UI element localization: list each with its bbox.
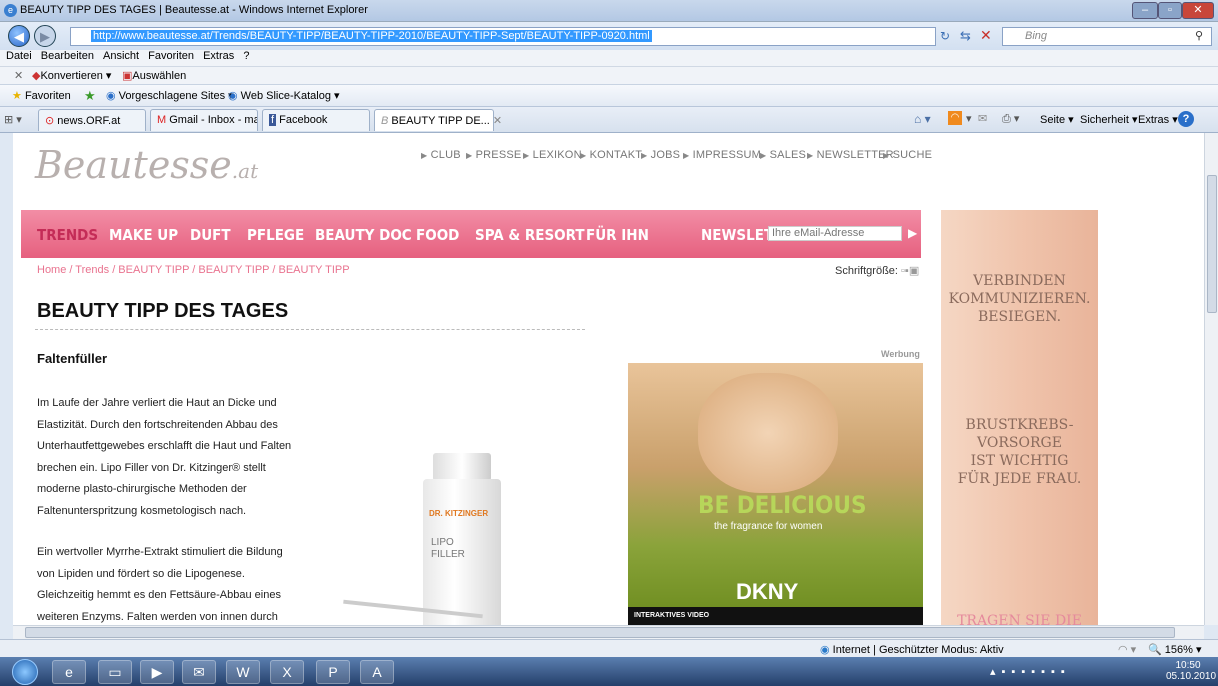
newsletter-email-input[interactable]: Ihre eMail-Adresse bbox=[768, 226, 902, 241]
convert-toolbar: ✕ ◆Konvertieren ▾ ▣Auswählen bbox=[0, 67, 1218, 85]
explorer-taskbar-icon[interactable]: ▭ bbox=[98, 660, 132, 684]
dkny-advertisement[interactable]: BE DELICIOUS the fragrance for women DKN… bbox=[628, 363, 923, 625]
ie-taskbar-icon[interactable]: e bbox=[52, 660, 86, 684]
menu-ansicht[interactable]: Ansicht bbox=[103, 50, 139, 62]
menu-bearbeiten[interactable]: Bearbeiten bbox=[41, 50, 94, 62]
nav-make-up[interactable]: MAKE UP bbox=[109, 226, 178, 244]
horizontal-scrollbar[interactable] bbox=[13, 625, 1204, 639]
newsletter-submit-icon[interactable]: ▶ bbox=[908, 226, 917, 240]
menu-favoriten[interactable]: Favoriten bbox=[148, 50, 194, 62]
media-player-taskbar-icon[interactable]: ▶ bbox=[140, 660, 174, 684]
article-subtitle: Faltenfüller bbox=[37, 351, 108, 366]
article-paragraph-1: Im Laufe der Jahre verliert die Haut an … bbox=[37, 397, 292, 517]
close-button[interactable]: ✕ bbox=[1182, 2, 1214, 19]
topnav-impressum[interactable]: ▶ IMPRESSUM bbox=[683, 149, 761, 161]
url-text: http://www.beautesse.at/Trends/BEAUTY-TI… bbox=[91, 30, 652, 42]
minimize-button[interactable]: – bbox=[1132, 2, 1158, 19]
site-logo[interactable]: Beautesse.at bbox=[35, 143, 258, 187]
topnav-jobs[interactable]: ▶ JOBS bbox=[641, 149, 680, 161]
breadcrumb[interactable]: Home / Trends / BEAUTY TIPP / BEAUTY TIP… bbox=[37, 264, 350, 276]
article-paragraph-2: Ein wertvoller Myrrhe-Extrakt stimuliert… bbox=[37, 546, 283, 623]
topnav-kontakt[interactable]: ▶ KONTAKT bbox=[580, 149, 642, 161]
favorites-bar: ★ Favoriten ★ ◉ Vorgeschlagene Sites ▾ ◉… bbox=[0, 85, 1218, 107]
font-size-control[interactable]: Schriftgröße: ▫▪▣ bbox=[835, 264, 919, 277]
powerpoint-taskbar-icon[interactable]: P bbox=[316, 660, 350, 684]
status-bar: ◉ Internet | Geschützter Modus: Aktiv ◠ … bbox=[0, 639, 1218, 657]
nav-trends[interactable]: TRENDS bbox=[37, 226, 98, 244]
security-zone[interactable]: ◉ Internet | Geschützter Modus: Aktiv bbox=[820, 643, 1004, 656]
divider bbox=[35, 329, 585, 330]
tab-gmail[interactable]: M Gmail - Inbox - man... bbox=[150, 109, 258, 131]
menu-extras[interactable]: Extras bbox=[203, 50, 234, 62]
breast-cancer-banner[interactable]: VERBINDEN KOMMUNIZIEREN. BESIEGEN. BRUST… bbox=[941, 210, 1098, 625]
scroll-thumb[interactable] bbox=[1207, 175, 1217, 313]
word-taskbar-icon[interactable]: W bbox=[226, 660, 260, 684]
window-title: BEAUTY TIPP DES TAGES | Beautesse.at - W… bbox=[20, 4, 368, 16]
search-icon[interactable]: ⚲ bbox=[1195, 29, 1203, 42]
favorites-button[interactable]: ★ Favoriten bbox=[12, 89, 71, 102]
help-icon[interactable]: ? bbox=[1178, 111, 1194, 127]
topnav-presse[interactable]: ▶ PRESSE bbox=[466, 149, 521, 161]
nav-spa-resort[interactable]: SPA & RESORT bbox=[475, 226, 585, 244]
clock[interactable]: 10:50 05.10.2010 bbox=[1166, 660, 1216, 682]
refresh-icon[interactable]: ↻ bbox=[940, 29, 950, 43]
menu-bar: Datei Bearbeiten Ansicht Favoriten Extra… bbox=[0, 50, 1218, 67]
quick-tabs-icon[interactable]: ⊞ ▾ bbox=[4, 113, 22, 126]
topnav-newsletter[interactable]: ▶ NEWSLETTER bbox=[807, 149, 894, 161]
add-favorite-icon[interactable]: ★ bbox=[84, 88, 96, 104]
address-toolbar: ◀ ▶ http://www.beautesse.at/Trends/BEAUT… bbox=[0, 22, 1218, 50]
web-slice-link[interactable]: ◉ Web Slice-Katalog ▾ bbox=[228, 89, 340, 102]
taskbar: e ▭ ▶ ✉ W X P A ▴▪▪▪▪▪▪▪ 10:50 05.10.2010 bbox=[0, 657, 1218, 686]
close-toolbar-icon[interactable]: ✕ bbox=[14, 69, 23, 82]
menu-datei[interactable]: Datei bbox=[6, 50, 32, 62]
web-page: Beautesse.at ▶ CLUB ▶ PRESSE ▶ LEXIKON ▶… bbox=[13, 133, 1204, 625]
konvertieren-button[interactable]: ◆Konvertieren ▾ bbox=[32, 69, 111, 82]
menu-help[interactable]: ? bbox=[243, 50, 249, 62]
tab-news-orf[interactable]: ⊙ news.ORF.at bbox=[38, 109, 146, 131]
auswaehlen-button[interactable]: ▣Auswählen bbox=[122, 69, 186, 82]
stop-icon[interactable]: ✕ bbox=[980, 27, 992, 44]
system-tray-icons[interactable]: ▴▪▪▪▪▪▪▪ bbox=[990, 665, 1071, 678]
security-menu[interactable]: Sicherheit ▾ bbox=[1080, 113, 1138, 126]
nav-beauty-doc[interactable]: BEAUTY DOC bbox=[315, 226, 412, 244]
zoom-control[interactable]: 🔍 156% ▾ bbox=[1148, 643, 1201, 656]
title-bar: e BEAUTY TIPP DES TAGES | Beautesse.at -… bbox=[0, 0, 1218, 22]
product-image: DR. KITZINGER LIPO FILLER bbox=[423, 479, 501, 625]
topnav-suche[interactable]: ▶ SUCHE bbox=[883, 149, 932, 161]
suggested-sites-link[interactable]: ◉ Vorgeschlagene Sites ▾ bbox=[106, 89, 234, 102]
search-input[interactable]: Bing ⚲ bbox=[1002, 27, 1212, 46]
rss-icon[interactable]: ◠ bbox=[948, 111, 962, 125]
ie-icon: e bbox=[4, 4, 17, 17]
tab-beauty-tipp[interactable]: B BEAUTY TIPP DE... ✕ bbox=[374, 109, 502, 131]
topnav-sales[interactable]: ▶ SALES bbox=[760, 149, 806, 161]
tools-menu[interactable]: Extras ▾ bbox=[1138, 113, 1178, 126]
tab-facebook[interactable]: f Facebook bbox=[262, 109, 370, 131]
hscroll-thumb[interactable] bbox=[25, 627, 1175, 638]
maximize-button[interactable]: ▫ bbox=[1158, 2, 1182, 19]
topnav-lexikon[interactable]: ▶ LEXIKON bbox=[523, 149, 582, 161]
compat-icon[interactable]: ⇆ bbox=[960, 28, 971, 44]
outlook-taskbar-icon[interactable]: ✉ bbox=[182, 660, 216, 684]
acrobat-taskbar-icon[interactable]: A bbox=[360, 660, 394, 684]
excel-taskbar-icon[interactable]: X bbox=[270, 660, 304, 684]
nav-duft[interactable]: DUFT bbox=[190, 226, 231, 244]
topnav-club[interactable]: ▶ CLUB bbox=[421, 149, 461, 161]
mail-icon[interactable]: ✉ bbox=[978, 112, 987, 125]
page-title: BEAUTY TIPP DES TAGES bbox=[37, 300, 289, 322]
nav-fuer-ihn[interactable]: FÜR IHN bbox=[586, 226, 649, 244]
nav-food[interactable]: FOOD bbox=[416, 226, 459, 244]
tab-bar: ⊞ ▾ ⊙ news.ORF.at M Gmail - Inbox - man.… bbox=[0, 107, 1218, 133]
model-face bbox=[698, 373, 838, 493]
home-icon[interactable]: ⌂ ▾ bbox=[914, 112, 931, 126]
forward-button[interactable]: ▶ bbox=[34, 25, 56, 47]
nav-pflege[interactable]: PFLEGE bbox=[247, 226, 304, 244]
page-menu[interactable]: Seite ▾ bbox=[1040, 113, 1074, 126]
vertical-scrollbar[interactable] bbox=[1204, 133, 1218, 625]
bottle-cap bbox=[433, 453, 491, 481]
start-button[interactable] bbox=[12, 659, 38, 685]
ad-label: Werbung bbox=[881, 349, 920, 359]
back-button[interactable]: ◀ bbox=[8, 25, 30, 47]
print-icon[interactable]: ⎙ ▾ bbox=[1002, 112, 1019, 126]
address-input[interactable]: http://www.beautesse.at/Trends/BEAUTY-TI… bbox=[70, 27, 936, 46]
